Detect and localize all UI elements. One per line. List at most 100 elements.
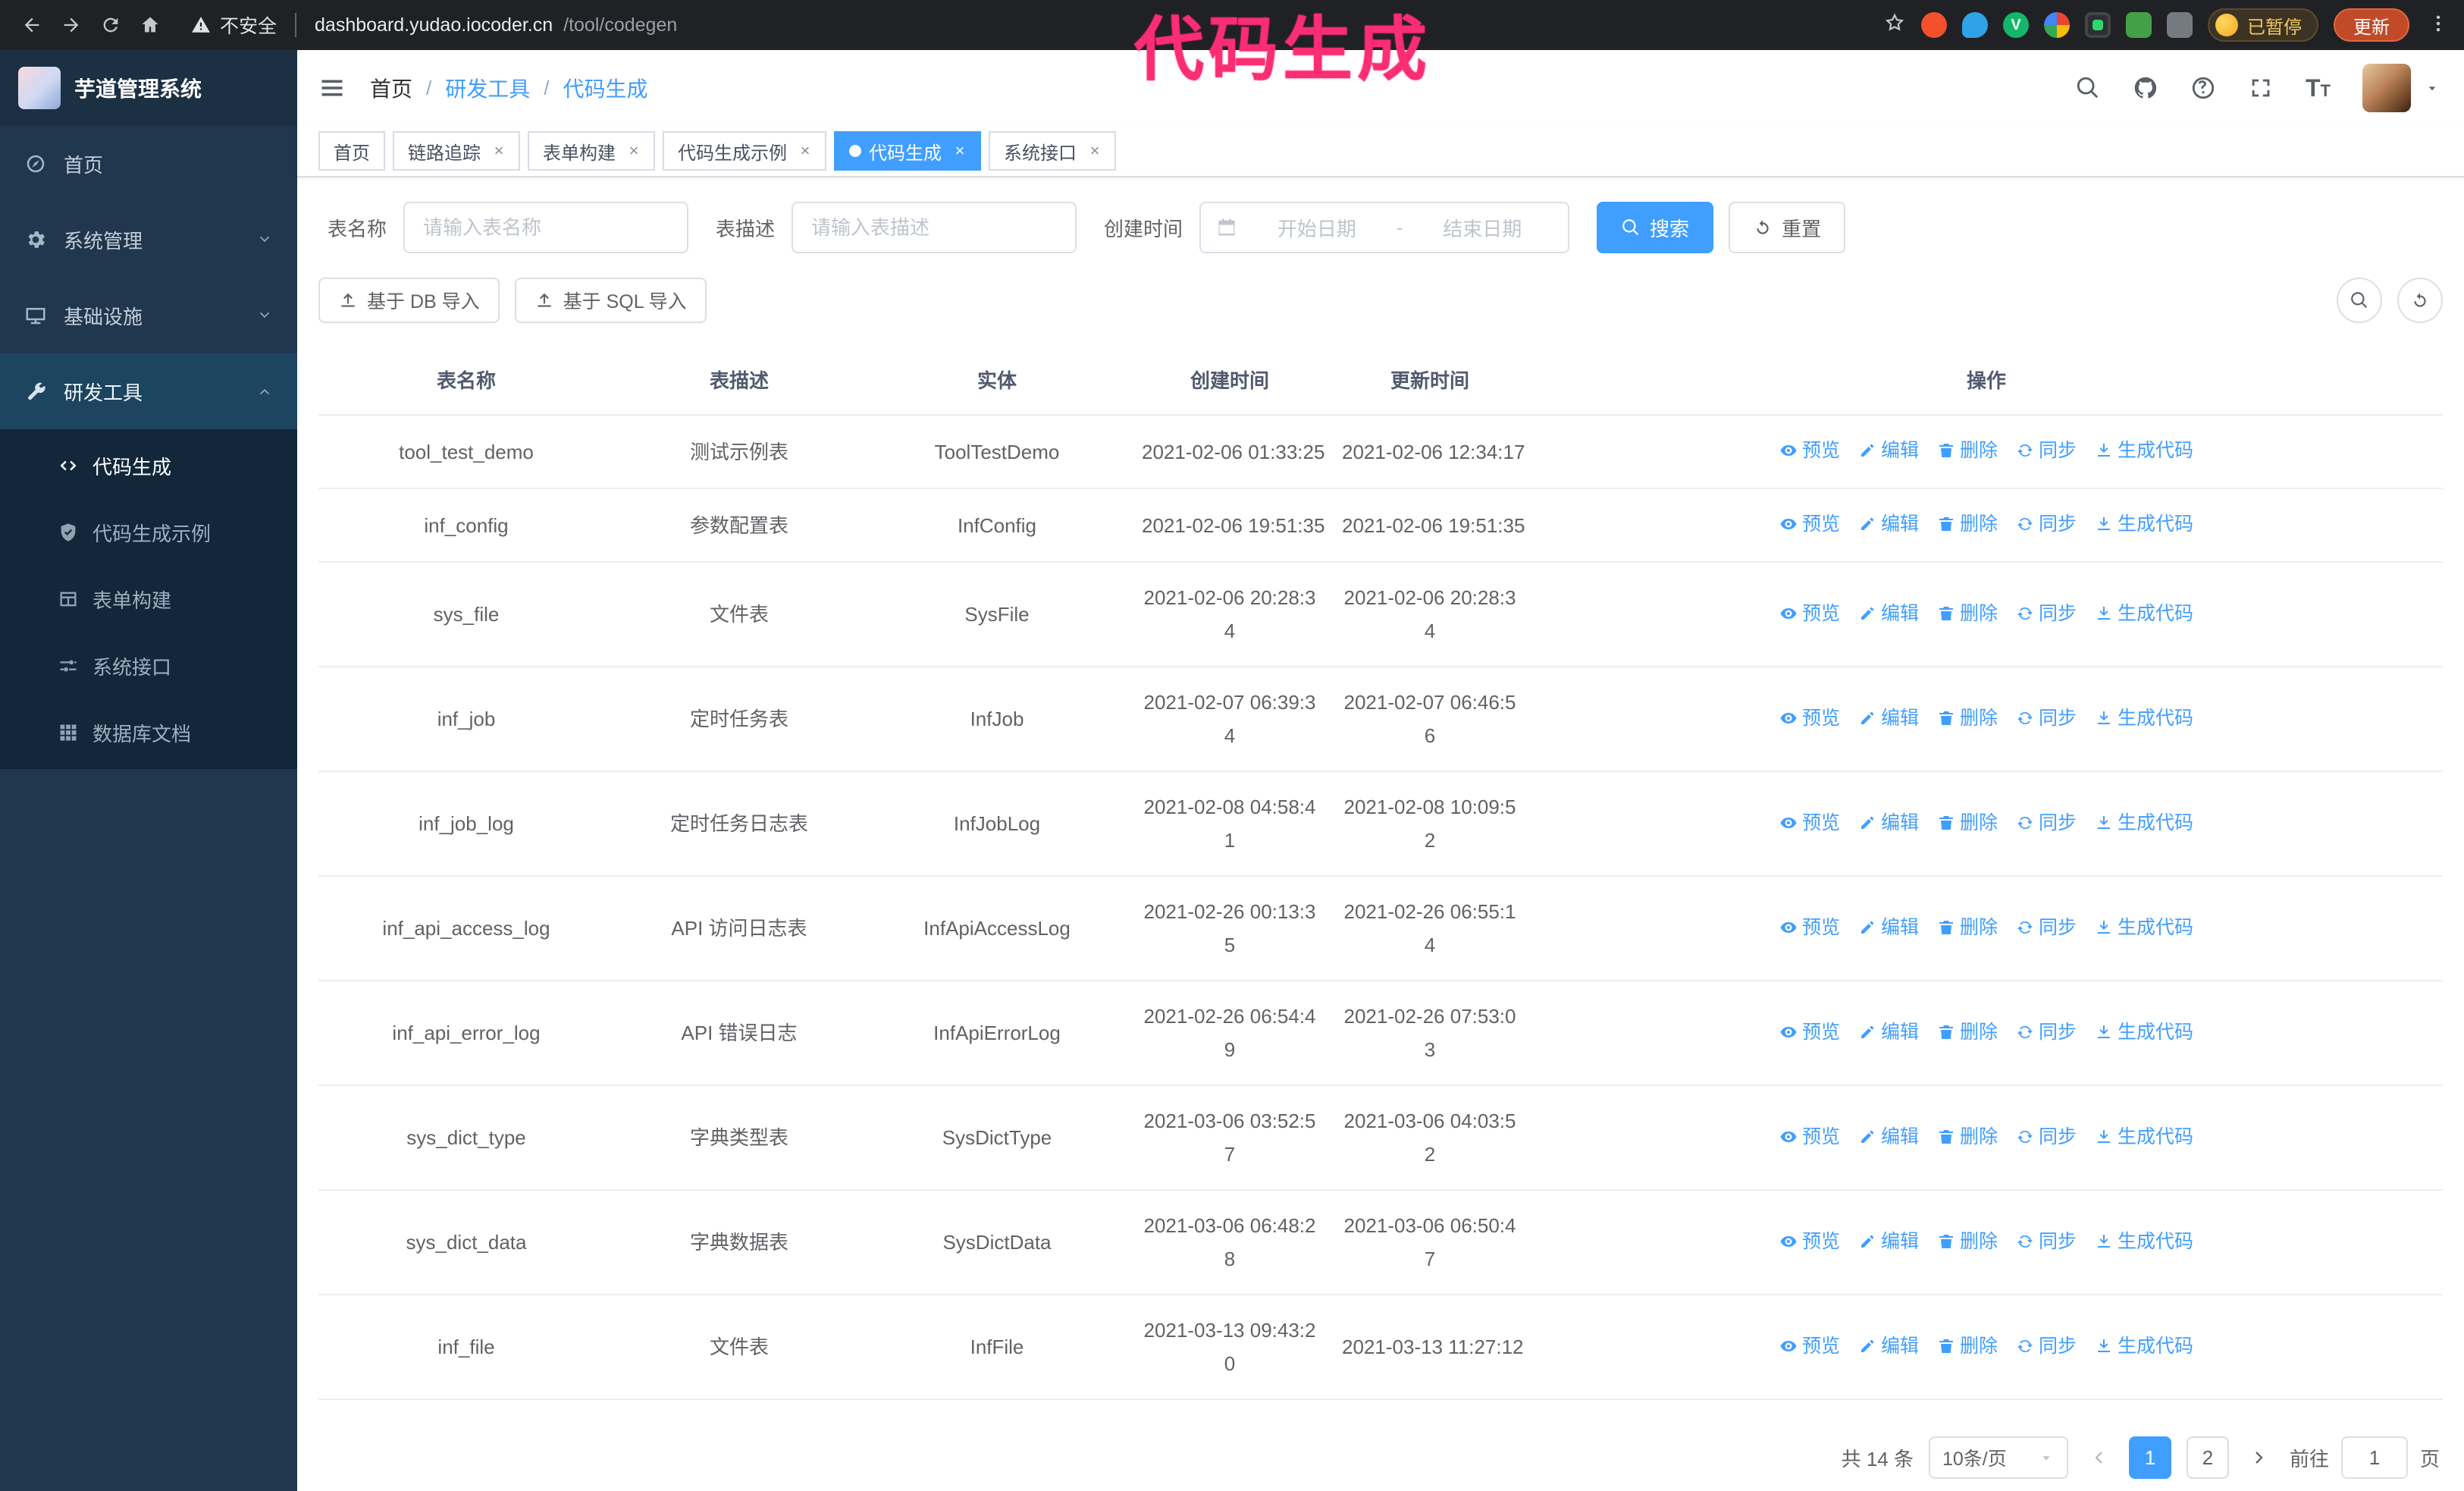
- bookmark-star-icon[interactable]: [1883, 11, 1906, 39]
- search-icon[interactable]: [2075, 75, 2101, 101]
- preview-link[interactable]: 预览: [1779, 1329, 1840, 1363]
- sync-link[interactable]: 同步: [2016, 702, 2077, 735]
- browser-reload-button[interactable]: [91, 5, 130, 45]
- generate-code-link[interactable]: 生成代码: [2095, 1120, 2193, 1154]
- close-icon[interactable]: ×: [488, 140, 509, 162]
- delete-link[interactable]: 删除: [1937, 1225, 1998, 1258]
- tab-form-builder[interactable]: 表单构建 ×: [528, 131, 655, 171]
- sidebar-item-home[interactable]: 首页: [0, 126, 297, 202]
- sync-link[interactable]: 同步: [2016, 1329, 2077, 1363]
- close-icon[interactable]: ×: [949, 140, 970, 162]
- import-db-button[interactable]: 基于 DB 导入: [318, 278, 500, 323]
- toggle-search-button[interactable]: [2337, 278, 2382, 323]
- generate-code-link[interactable]: 生成代码: [2095, 702, 2193, 735]
- edit-link[interactable]: 编辑: [1858, 1120, 1919, 1154]
- close-icon[interactable]: ×: [623, 140, 644, 162]
- edit-link[interactable]: 编辑: [1858, 434, 1919, 467]
- close-icon[interactable]: ×: [1084, 140, 1105, 162]
- extension-icon[interactable]: V: [2003, 12, 2029, 38]
- delete-link[interactable]: 删除: [1937, 911, 1998, 944]
- preview-link[interactable]: 预览: [1779, 1015, 1840, 1049]
- tab-home[interactable]: 首页: [318, 131, 385, 171]
- generate-code-link[interactable]: 生成代码: [2095, 1329, 2193, 1363]
- sidebar-item-codegen[interactable]: 代码生成: [0, 432, 297, 499]
- delete-link[interactable]: 删除: [1937, 1120, 1998, 1154]
- edit-link[interactable]: 编辑: [1858, 806, 1919, 840]
- table-desc-input[interactable]: [792, 202, 1077, 253]
- address-bar[interactable]: 不安全 dashboard.yudao.iocoder.cn/tool/code…: [191, 11, 677, 39]
- edit-link[interactable]: 编辑: [1858, 1329, 1919, 1363]
- sidebar-item-db-docs[interactable]: 数据库文档: [0, 699, 297, 766]
- extension-icon[interactable]: [2085, 12, 2111, 38]
- next-page-button[interactable]: [2244, 1447, 2274, 1468]
- generate-code-link[interactable]: 生成代码: [2095, 911, 2193, 944]
- sync-link[interactable]: 同步: [2016, 806, 2077, 840]
- tab-trace[interactable]: 链路追踪 ×: [393, 131, 520, 171]
- extension-icon[interactable]: [1962, 12, 1988, 38]
- preview-link[interactable]: 预览: [1779, 1225, 1840, 1258]
- delete-link[interactable]: 删除: [1937, 1015, 1998, 1049]
- generate-code-link[interactable]: 生成代码: [2095, 434, 2193, 467]
- close-icon[interactable]: ×: [795, 140, 816, 162]
- edit-link[interactable]: 编辑: [1858, 702, 1919, 735]
- breadcrumb-dev-tools[interactable]: 研发工具: [445, 73, 530, 103]
- browser-home-button[interactable]: [130, 5, 170, 45]
- refresh-button[interactable]: [2397, 278, 2443, 323]
- sidebar-item-infrastructure[interactable]: 基础设施: [0, 278, 297, 353]
- preview-link[interactable]: 预览: [1779, 1120, 1840, 1154]
- extension-icon[interactable]: [2126, 12, 2152, 38]
- preview-link[interactable]: 预览: [1779, 434, 1840, 467]
- sync-link[interactable]: 同步: [2016, 434, 2077, 467]
- browser-menu-icon[interactable]: [2428, 13, 2449, 38]
- tab-codegen[interactable]: 代码生成 ×: [834, 131, 981, 171]
- goto-page-input[interactable]: [2340, 1436, 2408, 1479]
- page-2-button[interactable]: 2: [2186, 1436, 2229, 1479]
- extension-icon[interactable]: [2044, 12, 2070, 38]
- generate-code-link[interactable]: 生成代码: [2095, 597, 2193, 630]
- generate-code-link[interactable]: 生成代码: [2095, 1225, 2193, 1258]
- delete-link[interactable]: 删除: [1937, 1329, 1998, 1363]
- edit-link[interactable]: 编辑: [1858, 597, 1919, 630]
- edit-link[interactable]: 编辑: [1858, 1225, 1919, 1258]
- generate-code-link[interactable]: 生成代码: [2095, 806, 2193, 840]
- generate-code-link[interactable]: 生成代码: [2095, 507, 2193, 541]
- extension-icon[interactable]: [1921, 12, 1947, 38]
- page-size-select[interactable]: 10条/页: [1928, 1436, 2068, 1479]
- delete-link[interactable]: 删除: [1937, 507, 1998, 541]
- sync-link[interactable]: 同步: [2016, 597, 2077, 630]
- fullscreen-icon[interactable]: [2248, 75, 2274, 101]
- delete-link[interactable]: 删除: [1937, 806, 1998, 840]
- sidebar-item-form-builder[interactable]: 表单构建: [0, 566, 297, 632]
- table-name-input[interactable]: [403, 202, 689, 253]
- extension-icon[interactable]: [2167, 12, 2193, 38]
- avatar[interactable]: [2362, 64, 2411, 112]
- sync-link[interactable]: 同步: [2016, 1225, 2077, 1258]
- generate-code-link[interactable]: 生成代码: [2095, 1015, 2193, 1049]
- prev-page-button[interactable]: [2083, 1447, 2114, 1468]
- browser-forward-button[interactable]: [52, 5, 91, 45]
- sync-link[interactable]: 同步: [2016, 1015, 2077, 1049]
- sidebar-item-system-api[interactable]: 系统接口: [0, 632, 297, 699]
- delete-link[interactable]: 删除: [1937, 702, 1998, 735]
- profile-paused-chip[interactable]: 已暂停: [2208, 8, 2318, 42]
- hamburger-icon[interactable]: [318, 74, 346, 102]
- caret-down-icon[interactable]: [2425, 80, 2440, 96]
- reset-button[interactable]: 重置: [1729, 202, 1846, 253]
- font-size-icon[interactable]: TT: [2306, 76, 2331, 100]
- sync-link[interactable]: 同步: [2016, 911, 2077, 944]
- github-icon[interactable]: [2133, 75, 2158, 101]
- logo[interactable]: 芋道管理系统: [0, 50, 297, 126]
- sync-link[interactable]: 同步: [2016, 507, 2077, 541]
- delete-link[interactable]: 删除: [1937, 434, 1998, 467]
- question-icon[interactable]: [2190, 75, 2216, 101]
- tab-system-api[interactable]: 系统接口 ×: [989, 131, 1116, 171]
- preview-link[interactable]: 预览: [1779, 806, 1840, 840]
- sidebar-item-dev-tools[interactable]: 研发工具: [0, 353, 297, 429]
- tab-codegen-example[interactable]: 代码生成示例 ×: [663, 131, 826, 171]
- page-1-button[interactable]: 1: [2128, 1436, 2171, 1479]
- sync-link[interactable]: 同步: [2016, 1120, 2077, 1154]
- sidebar-item-system-management[interactable]: 系统管理: [0, 202, 297, 278]
- edit-link[interactable]: 编辑: [1858, 1015, 1919, 1049]
- browser-back-button[interactable]: [12, 5, 52, 45]
- sidebar-item-codegen-example[interactable]: 代码生成示例: [0, 499, 297, 566]
